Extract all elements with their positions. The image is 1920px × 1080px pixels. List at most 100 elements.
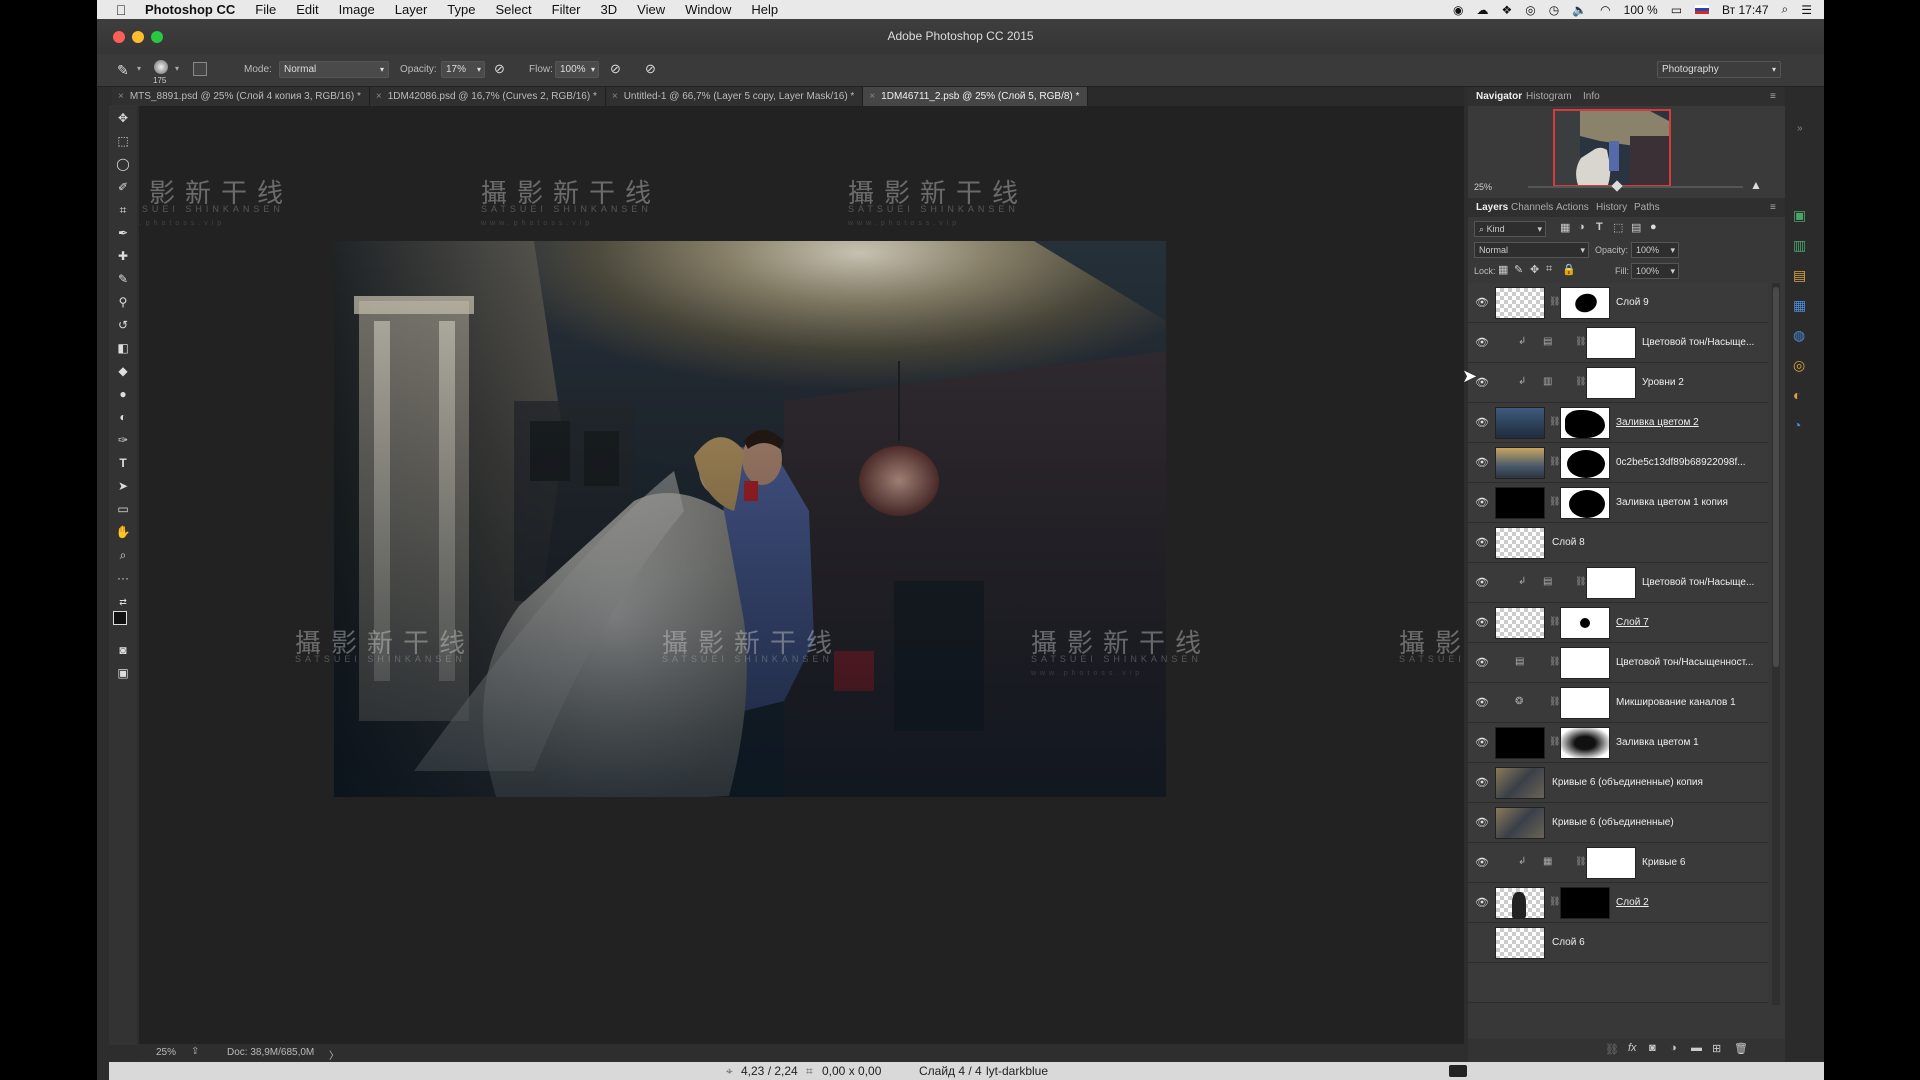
layers-list[interactable]: 👁 ⛓ Слой 9 👁 ↲ ▤ ⛓ Цветовой тон/Насыще..… bbox=[1468, 283, 1770, 1005]
more-tools-icon[interactable]: ··· bbox=[113, 569, 133, 587]
menu-layer[interactable]: Layer bbox=[395, 2, 428, 17]
layer-row[interactable]: 👁 Слой 8 bbox=[1468, 523, 1768, 563]
status-circle-icon[interactable]: ◉ bbox=[1453, 3, 1463, 17]
tab-channels[interactable]: Channels bbox=[1511, 202, 1553, 213]
mask-link-icon[interactable]: ⛓ bbox=[1549, 696, 1560, 707]
close-tab-icon[interactable]: × bbox=[376, 91, 382, 102]
delete-layer-icon[interactable]: 🗑 bbox=[1734, 1042, 1748, 1055]
link-layers-icon[interactable]: ⛓ bbox=[1605, 1043, 1619, 1056]
time-machine-icon[interactable]: ◷ bbox=[1549, 3, 1559, 17]
zoom-tool-icon[interactable]: ⌕ bbox=[113, 546, 133, 564]
layer-name[interactable]: Заливка цветом 1 bbox=[1616, 737, 1766, 748]
layer-name[interactable]: Слой 8 bbox=[1552, 537, 1702, 548]
volume-icon[interactable]: 🔈 bbox=[1572, 3, 1587, 17]
healing-brush-tool-icon[interactable]: ✚ bbox=[113, 247, 133, 265]
blur-tool-icon[interactable]: ● bbox=[113, 385, 133, 403]
lock-artboard-icon[interactable]: ⌗ bbox=[1546, 263, 1552, 276]
visibility-eye-icon[interactable]: 👁 bbox=[1474, 615, 1490, 631]
mask-link-icon[interactable]: ⛓ bbox=[1575, 856, 1586, 867]
visibility-eye-icon[interactable]: 👁 bbox=[1474, 535, 1490, 551]
tool-preset-dropdown-icon[interactable]: ▾ bbox=[137, 64, 141, 73]
layer-name[interactable]: Слой 2 bbox=[1616, 897, 1766, 908]
layer-mask-thumbnail[interactable] bbox=[1560, 887, 1610, 919]
marquee-tool-icon[interactable]: ⬚ bbox=[113, 132, 133, 150]
filter-adjustment-icon[interactable]: ◑ bbox=[1578, 221, 1585, 233]
clone-stamp-tool-icon[interactable]: ⚲ bbox=[113, 293, 133, 311]
layer-row[interactable]: 👁 ⛓ Заливка цветом 2 bbox=[1468, 403, 1768, 443]
rectangle-tool-icon[interactable]: ▭ bbox=[113, 500, 133, 518]
menu-file[interactable]: File bbox=[255, 2, 276, 17]
mask-link-icon[interactable]: ⛓ bbox=[1575, 336, 1586, 347]
minimize-window-button[interactable] bbox=[132, 31, 144, 43]
mask-link-icon[interactable]: ⛓ bbox=[1549, 416, 1560, 427]
layer-row[interactable]: 👁 ⛓ Слой 2 bbox=[1468, 883, 1768, 923]
new-layer-icon[interactable]: ⊞ bbox=[1712, 1042, 1721, 1055]
layer-row[interactable] bbox=[1468, 963, 1768, 1003]
menu-help[interactable]: Help bbox=[751, 2, 778, 17]
layer-thumbnail[interactable] bbox=[1495, 727, 1545, 759]
layer-mask-thumbnail[interactable] bbox=[1560, 647, 1610, 679]
mask-link-icon[interactable]: ⛓ bbox=[1549, 736, 1560, 747]
visibility-eye-icon[interactable]: 👁 bbox=[1474, 775, 1490, 791]
tab-navigator[interactable]: Navigator bbox=[1476, 91, 1522, 102]
document-image[interactable] bbox=[334, 241, 1166, 797]
layer-mask-thumbnail[interactable] bbox=[1586, 847, 1636, 879]
visibility-eye-icon[interactable]: 👁 bbox=[1474, 415, 1490, 431]
layer-name[interactable]: Кривые 6 (объединенные) копия bbox=[1552, 777, 1762, 788]
menu-edit[interactable]: Edit bbox=[296, 2, 318, 17]
share-icon[interactable]: ⇪ bbox=[191, 1046, 199, 1057]
mask-link-icon[interactable]: ⛓ bbox=[1575, 376, 1586, 387]
layer-thumbnail[interactable] bbox=[1495, 927, 1545, 959]
battery-label[interactable]: 100 % bbox=[1624, 3, 1658, 17]
brush-picker-chevron-icon[interactable]: ▾ bbox=[175, 64, 179, 73]
dock-panel-icon[interactable]: ▥ bbox=[1793, 237, 1806, 254]
filter-toggle-icon[interactable]: ● bbox=[1650, 221, 1657, 233]
layer-thumbnail[interactable] bbox=[1495, 527, 1545, 559]
dock-panel-icon[interactable]: ◐ bbox=[1793, 387, 1801, 403]
document-tab[interactable]: × 1DM42086.psd @ 16,7% (Curves 2, RGB/16)… bbox=[369, 87, 606, 106]
menu-type[interactable]: Type bbox=[447, 2, 475, 17]
flow-input[interactable]: 100% ▾ bbox=[555, 61, 599, 78]
layer-name[interactable]: Кривые 6 bbox=[1642, 857, 1762, 868]
tab-paths[interactable]: Paths bbox=[1634, 202, 1660, 213]
document-tab-active[interactable]: × 1DM46711_2.psb @ 25% (Слой 5, RGB/8) * bbox=[863, 87, 1089, 106]
layer-thumbnail[interactable] bbox=[1495, 767, 1545, 799]
layer-name[interactable]: Уровни 2 bbox=[1642, 377, 1762, 388]
pen-tool-icon[interactable]: ✑ bbox=[113, 431, 133, 449]
close-window-button[interactable] bbox=[113, 31, 125, 43]
layer-mask-thumbnail[interactable] bbox=[1586, 567, 1636, 599]
lock-image-icon[interactable]: ✎ bbox=[1514, 263, 1523, 276]
visibility-eye-icon[interactable]: 👁 bbox=[1474, 735, 1490, 751]
dock-panel-icon[interactable]: ▦ bbox=[1793, 297, 1806, 314]
zoom-in-icon[interactable]: ▲ bbox=[1750, 178, 1762, 192]
visibility-toggle-off[interactable] bbox=[1474, 935, 1490, 951]
layer-mask-thumbnail[interactable] bbox=[1560, 687, 1610, 719]
brush-preview[interactable] bbox=[154, 60, 168, 74]
type-tool-icon[interactable]: T bbox=[113, 454, 133, 472]
fill-input[interactable]: 100% ▾ bbox=[1631, 263, 1679, 279]
mask-link-icon[interactable]: ⛓ bbox=[1549, 296, 1560, 307]
mask-link-icon[interactable]: ⛓ bbox=[1549, 656, 1560, 667]
visibility-eye-icon[interactable]: 👁 bbox=[1474, 575, 1490, 591]
visibility-eye-icon[interactable]: 👁 bbox=[1474, 855, 1490, 871]
layer-kind-filter[interactable]: ⌕ Kind ▾ bbox=[1474, 221, 1546, 237]
new-adjustment-icon[interactable]: ◑ bbox=[1670, 1042, 1677, 1054]
menu-window[interactable]: Window bbox=[685, 2, 731, 17]
add-style-icon[interactable]: fx bbox=[1628, 1042, 1637, 1054]
status-menu-arrow-icon[interactable]: 〉 bbox=[329, 1047, 339, 1062]
navigator-zoom[interactable]: 25% bbox=[1474, 182, 1492, 192]
navigator-preview[interactable] bbox=[1553, 109, 1671, 187]
quick-selection-tool-icon[interactable]: ✐ bbox=[113, 178, 133, 196]
brush-tool-icon[interactable]: ✎ bbox=[117, 62, 129, 79]
close-tab-icon[interactable]: × bbox=[869, 91, 875, 102]
visibility-eye-icon[interactable]: 👁 bbox=[1474, 895, 1490, 911]
layer-row[interactable]: 👁 Кривые 6 (объединенные) bbox=[1468, 803, 1768, 843]
clock[interactable]: Вт 17:47 bbox=[1722, 3, 1768, 17]
close-tab-icon[interactable]: × bbox=[118, 91, 124, 102]
mask-link-icon[interactable]: ⛓ bbox=[1549, 896, 1560, 907]
lock-all-icon[interactable]: 🔒 bbox=[1562, 263, 1576, 276]
hand-tool-icon[interactable]: ✋ bbox=[113, 523, 133, 541]
lasso-tool-icon[interactable]: ◯ bbox=[113, 155, 133, 173]
zoom-level[interactable]: 25% bbox=[156, 1047, 176, 1058]
layer-thumbnail[interactable] bbox=[1495, 887, 1545, 919]
